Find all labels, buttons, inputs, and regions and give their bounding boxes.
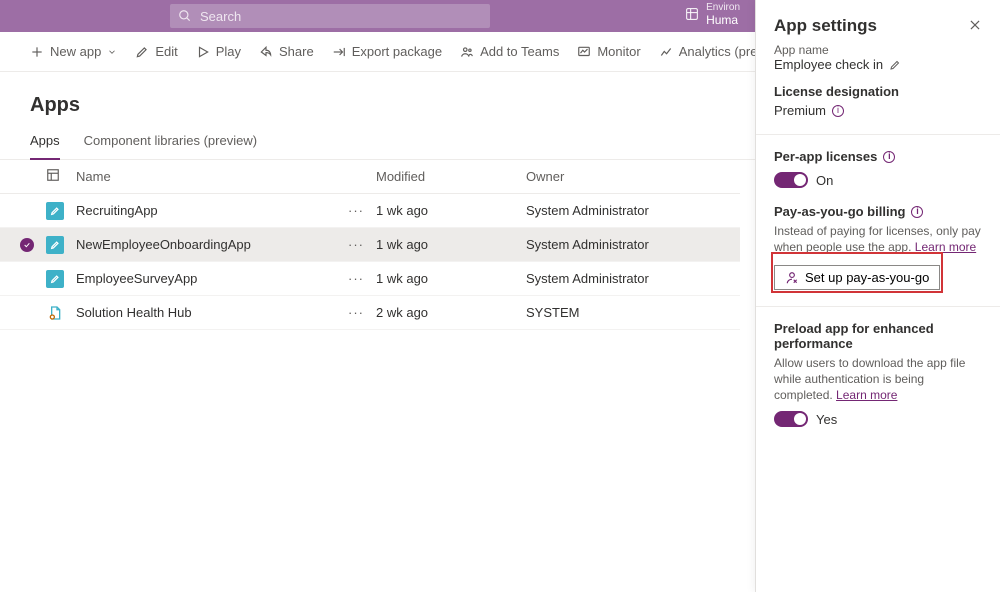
per-app-info-icon[interactable]: i: [883, 151, 895, 163]
payg-description: Instead of paying for licenses, only pay…: [774, 223, 984, 255]
app-name-cell[interactable]: NewEmployeeOnboardingApp: [76, 237, 336, 252]
pencil-icon: [135, 45, 149, 59]
row-more-button[interactable]: ···: [336, 305, 376, 320]
owner-cell: System Administrator: [526, 237, 726, 252]
canvas-app-icon: [46, 236, 64, 254]
teams-button[interactable]: Add to Teams: [460, 44, 559, 59]
preload-toggle-value: Yes: [816, 412, 837, 427]
edit-app-name-icon[interactable]: [889, 59, 901, 71]
tab-apps[interactable]: Apps: [30, 125, 60, 160]
payg-info-icon[interactable]: i: [911, 206, 923, 218]
close-icon: [968, 18, 982, 32]
close-panel-button[interactable]: [966, 16, 984, 37]
play-label: Play: [216, 44, 241, 59]
col-owner[interactable]: Owner: [526, 169, 726, 184]
modified-cell: 1 wk ago: [376, 203, 526, 218]
divider: [756, 306, 1000, 307]
environment-picker[interactable]: Environ Huma: [684, 2, 740, 26]
export-label: Export package: [352, 44, 442, 59]
search-input[interactable]: [198, 8, 482, 25]
preload-toggle[interactable]: [774, 411, 808, 427]
new-app-label: New app: [50, 44, 101, 59]
setup-payg-button[interactable]: Set up pay-as-you-go: [774, 265, 940, 290]
table-row[interactable]: EmployeeSurveyApp···1 wk agoSystem Admin…: [0, 262, 740, 296]
play-button[interactable]: Play: [196, 44, 241, 59]
owner-cell: System Administrator: [526, 271, 726, 286]
canvas-app-icon: [46, 202, 64, 220]
environment-icon: [684, 6, 700, 22]
owner-cell: System Administrator: [526, 203, 726, 218]
apps-table: Name Modified Owner RecruitingApp···1 wk…: [0, 160, 740, 330]
divider: [756, 134, 1000, 135]
environment-label: Environ: [706, 2, 740, 14]
row-more-button[interactable]: ···: [336, 203, 376, 218]
app-name-cell[interactable]: Solution Health Hub: [76, 305, 336, 320]
column-picker-icon[interactable]: [46, 168, 60, 182]
teams-icon: [460, 45, 474, 59]
modified-cell: 1 wk ago: [376, 237, 526, 252]
tab-component-libraries[interactable]: Component libraries (preview): [84, 125, 257, 159]
col-modified[interactable]: Modified: [376, 169, 526, 184]
share-button[interactable]: Share: [259, 44, 314, 59]
edit-label: Edit: [155, 44, 177, 59]
analytics-icon: [659, 45, 673, 59]
chevron-down-icon: [107, 47, 117, 57]
col-name[interactable]: Name: [76, 169, 336, 184]
monitor-label: Monitor: [597, 44, 640, 59]
row-more-button[interactable]: ···: [336, 271, 376, 286]
per-app-licenses-label: Per-app licenses: [774, 149, 877, 164]
model-app-icon: [46, 304, 64, 322]
table-header: Name Modified Owner: [0, 160, 740, 194]
edit-button[interactable]: Edit: [135, 44, 177, 59]
modified-cell: 1 wk ago: [376, 271, 526, 286]
export-button[interactable]: Export package: [332, 44, 442, 59]
share-label: Share: [279, 44, 314, 59]
export-icon: [332, 45, 346, 59]
per-app-toggle-value: On: [816, 173, 833, 188]
search-icon: [178, 9, 192, 23]
per-app-licenses-title: Per-app licenses i: [774, 149, 984, 164]
payg-title: Pay-as-you-go billing i: [774, 204, 984, 219]
payg-learn-more-link[interactable]: Learn more: [915, 240, 976, 254]
preload-title: Preload app for enhanced performance: [774, 321, 984, 351]
global-search[interactable]: [170, 4, 490, 28]
canvas-app-icon: [46, 270, 64, 288]
per-app-licenses-toggle[interactable]: [774, 172, 808, 188]
owner-cell: SYSTEM: [526, 305, 726, 320]
license-designation-value: Premium: [774, 103, 826, 118]
play-icon: [196, 45, 210, 59]
license-info-icon[interactable]: i: [832, 105, 844, 117]
panel-title: App settings: [774, 16, 877, 36]
license-designation-title: License designation: [774, 84, 984, 99]
table-row[interactable]: RecruitingApp···1 wk agoSystem Administr…: [0, 194, 740, 228]
table-row[interactable]: NewEmployeeOnboardingApp···1 wk agoSyste…: [0, 228, 740, 262]
row-selected-indicator: [20, 238, 34, 252]
table-row[interactable]: Solution Health Hub···2 wk agoSYSTEM: [0, 296, 740, 330]
app-name-cell[interactable]: EmployeeSurveyApp: [76, 271, 336, 286]
preload-description: Allow users to download the app file whi…: [774, 355, 984, 403]
monitor-button[interactable]: Monitor: [577, 44, 640, 59]
app-name-value: Employee check in: [774, 57, 883, 72]
modified-cell: 2 wk ago: [376, 305, 526, 320]
environment-value: Huma: [706, 14, 740, 26]
app-name-cell[interactable]: RecruitingApp: [76, 203, 336, 218]
payg-label: Pay-as-you-go billing: [774, 204, 905, 219]
setup-payg-label: Set up pay-as-you-go: [805, 270, 929, 285]
new-app-button[interactable]: New app: [30, 44, 117, 59]
share-icon: [259, 45, 273, 59]
app-name-label: App name: [774, 43, 984, 57]
teams-label: Add to Teams: [480, 44, 559, 59]
plus-icon: [30, 45, 44, 59]
app-settings-panel: App settings App name Employee check in …: [755, 0, 1000, 592]
row-more-button[interactable]: ···: [336, 237, 376, 252]
preload-learn-more-link[interactable]: Learn more: [836, 388, 897, 402]
payg-setup-icon: [785, 271, 799, 285]
monitor-icon: [577, 45, 591, 59]
